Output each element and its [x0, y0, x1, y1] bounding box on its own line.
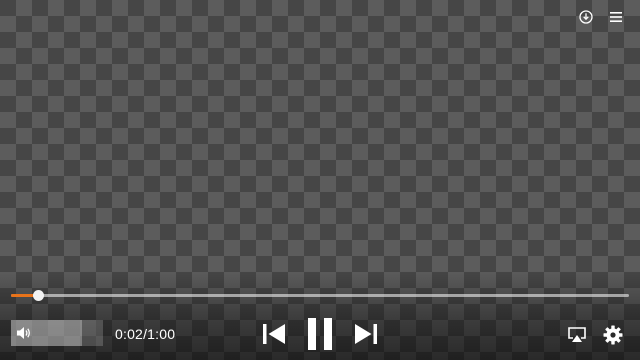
airplay-button[interactable]	[566, 324, 588, 346]
next-icon	[355, 324, 377, 344]
duration: 1:00	[147, 326, 176, 342]
top-controls	[578, 9, 624, 25]
pause-icon	[308, 318, 332, 350]
previous-button[interactable]	[260, 316, 288, 352]
progress-track	[11, 294, 629, 297]
menu-icon	[610, 12, 622, 22]
airplay-icon	[568, 327, 586, 342]
settings-button[interactable]	[602, 324, 624, 346]
progress-scrubber[interactable]	[33, 290, 45, 301]
menu-button[interactable]	[608, 9, 624, 25]
video-player[interactable]: 0:02/1:00	[0, 0, 640, 360]
download-button[interactable]	[578, 9, 594, 25]
download-icon	[579, 10, 593, 24]
volume-icon[interactable]	[16, 325, 32, 341]
pause-button[interactable]	[305, 316, 335, 352]
previous-icon	[263, 324, 285, 344]
control-bar: 0:02/1:00	[0, 314, 640, 354]
playback-controls	[260, 316, 380, 352]
secondary-controls	[566, 324, 624, 346]
next-button[interactable]	[352, 316, 380, 352]
volume-slider[interactable]	[11, 320, 103, 346]
time-display: 0:02/1:00	[115, 326, 175, 342]
progress-bar[interactable]	[11, 290, 629, 302]
current-time: 0:02	[115, 326, 144, 342]
settings-icon	[603, 325, 623, 345]
